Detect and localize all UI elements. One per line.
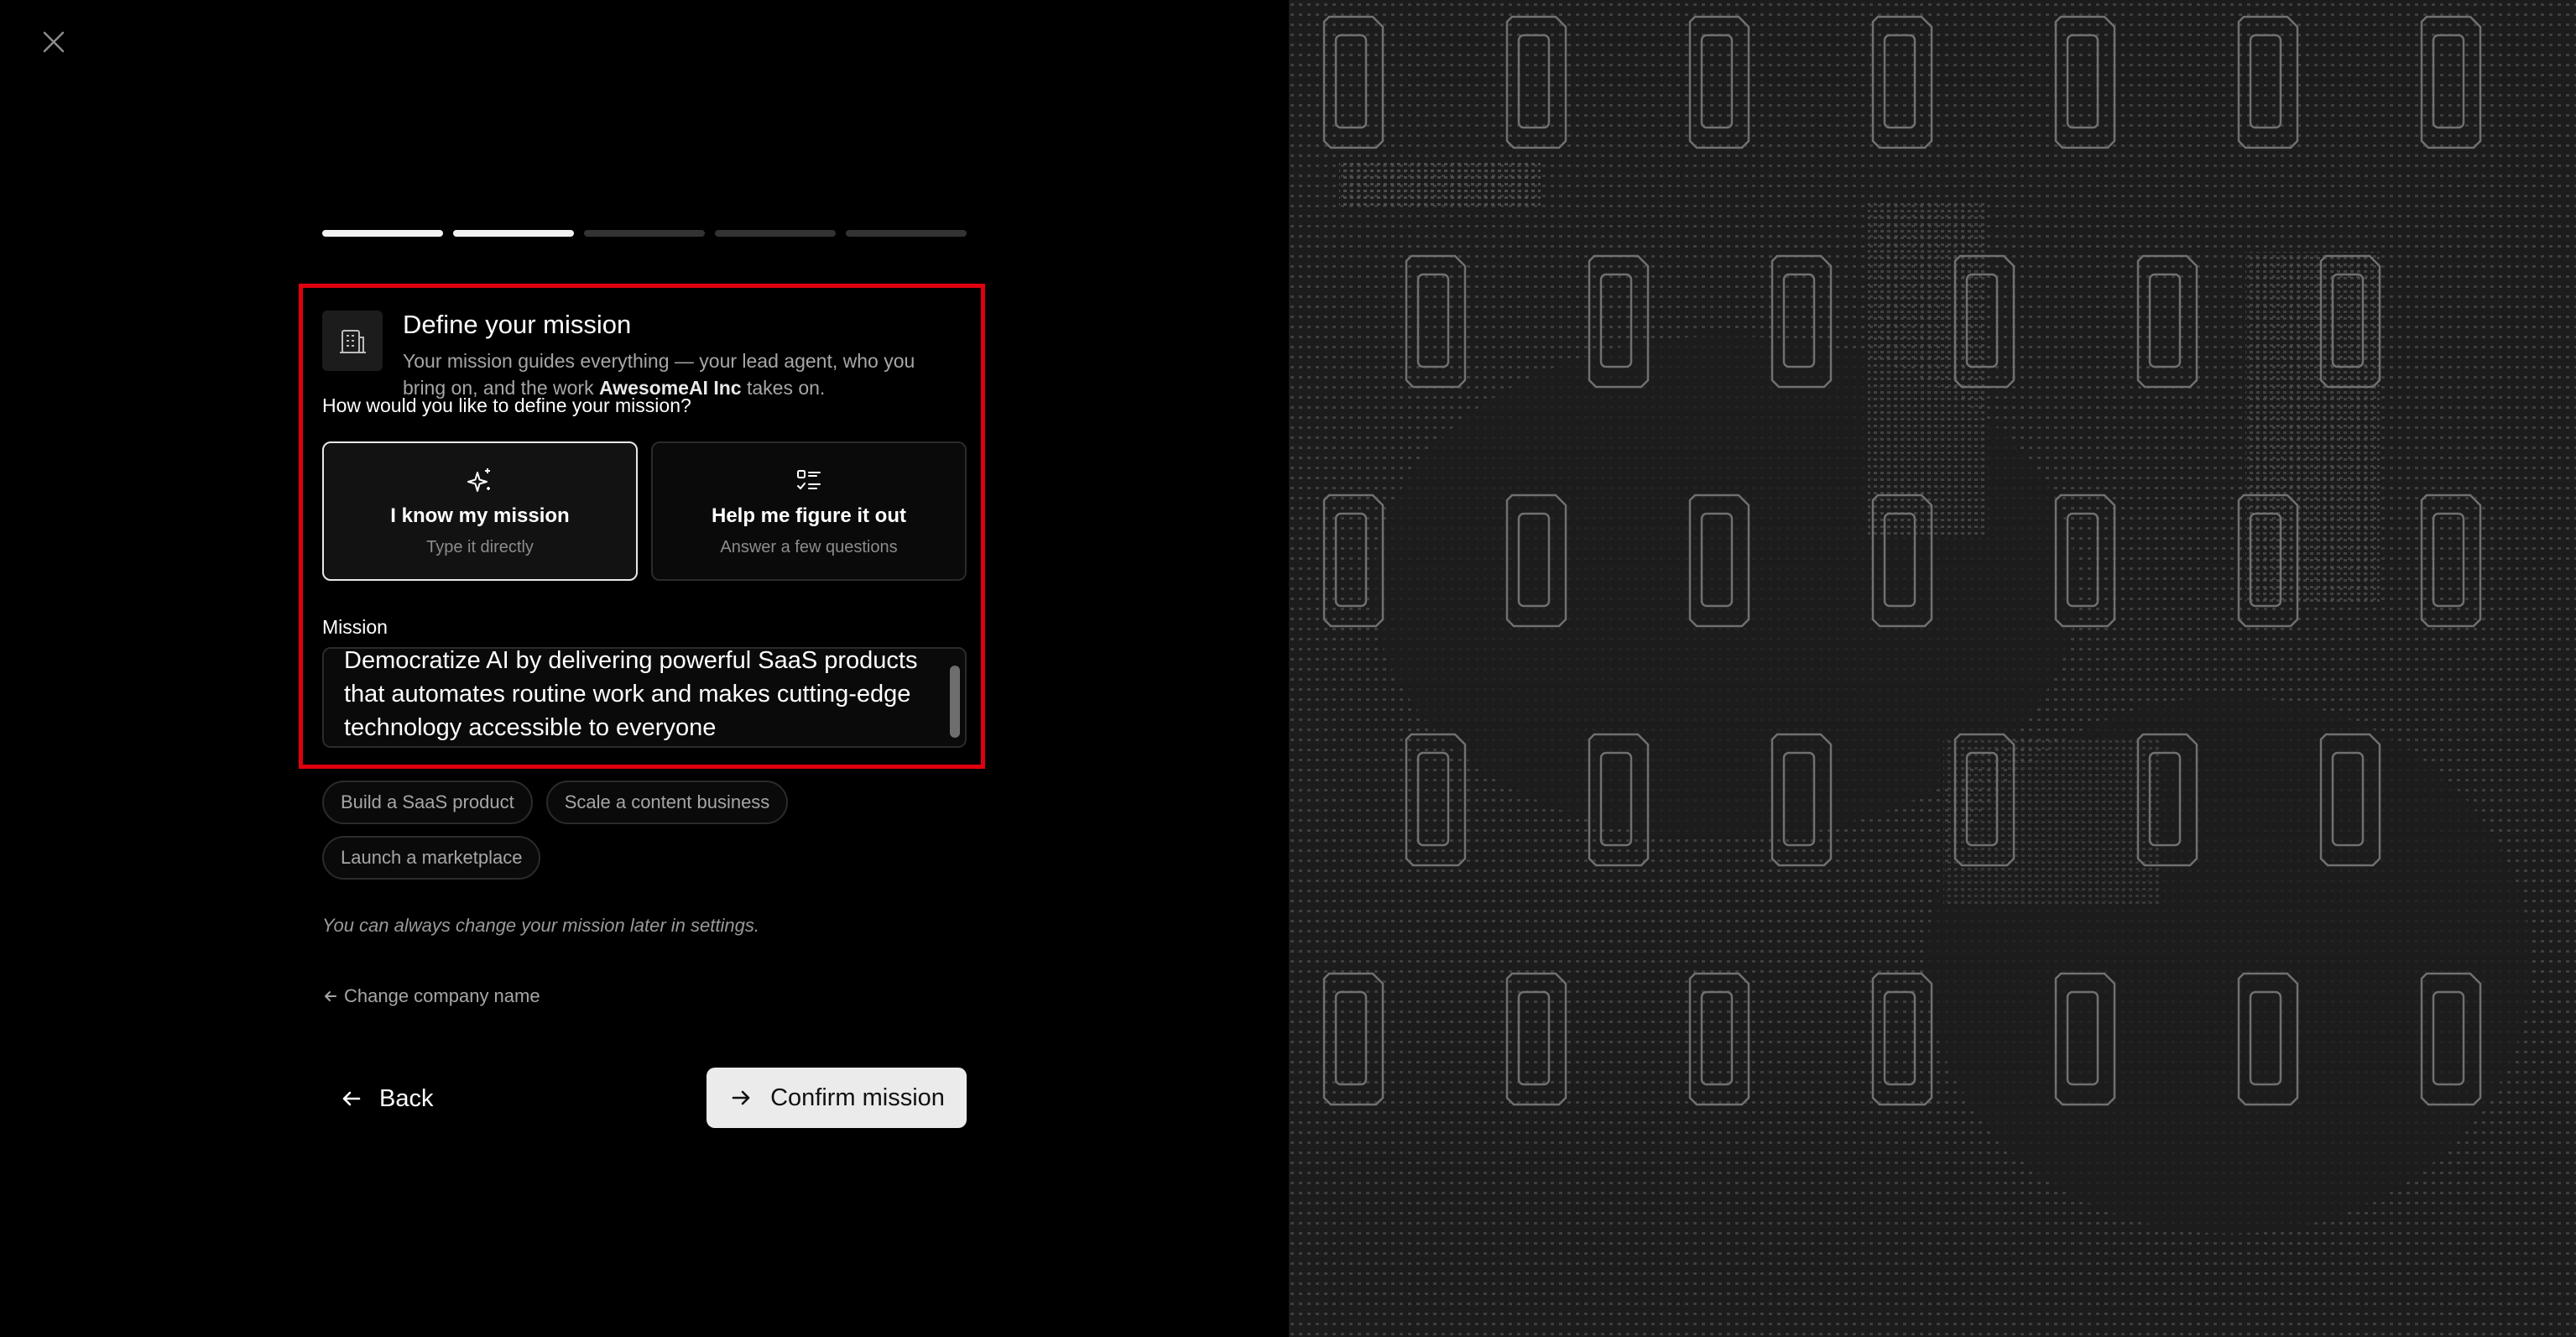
change-company-name-link[interactable]: Change company name bbox=[322, 985, 540, 1007]
decorative-artwork bbox=[1289, 0, 2576, 1337]
option-sublabel: Answer a few questions bbox=[720, 537, 898, 556]
arrow-right-icon bbox=[732, 1090, 750, 1105]
progress-step bbox=[584, 230, 705, 237]
confirm-label: Confirm mission bbox=[770, 1084, 945, 1111]
option-help-figure-out[interactable]: Help me figure it out Answer a few quest… bbox=[651, 441, 967, 581]
mission-method-options: I know my mission Type it directly Help … bbox=[322, 441, 967, 581]
mission-textarea[interactable]: Democratize AI by delivering powerful Sa… bbox=[322, 647, 967, 748]
mission-note: You can always change your mission later… bbox=[322, 915, 759, 936]
step-header: Define your mission Your mission guides … bbox=[322, 309, 957, 401]
suggestion-chip[interactable]: Scale a content business bbox=[545, 781, 789, 824]
checklist-icon bbox=[797, 469, 821, 489]
progress-step bbox=[846, 230, 967, 237]
close-icon bbox=[43, 31, 65, 53]
progress-step bbox=[453, 230, 574, 237]
mission-field-label: Mission bbox=[322, 616, 388, 638]
suggestion-chip[interactable]: Launch a marketplace bbox=[322, 836, 541, 880]
suggestion-chip[interactable]: Build a SaaS product bbox=[322, 781, 533, 824]
change-company-name-label: Change company name bbox=[344, 985, 540, 1006]
back-button[interactable]: Back bbox=[339, 1069, 433, 1128]
progress-step bbox=[322, 230, 443, 237]
page-title: Define your mission bbox=[403, 310, 632, 339]
ascii-art-background bbox=[1289, 0, 2576, 1337]
mission-method-question: How would you like to define your missio… bbox=[322, 394, 691, 416]
close-button[interactable] bbox=[37, 25, 70, 59]
mission-suggestions: Build a SaaS product Scale a content bus… bbox=[322, 781, 967, 880]
option-sublabel: Type it directly bbox=[426, 537, 534, 556]
sparkles-icon bbox=[467, 467, 490, 492]
option-label: Help me figure it out bbox=[711, 504, 906, 527]
back-label: Back bbox=[379, 1084, 434, 1112]
building-icon bbox=[322, 311, 383, 371]
progress-indicator bbox=[322, 230, 967, 237]
mission-text[interactable]: Democratize AI by delivering powerful Sa… bbox=[344, 649, 931, 744]
mission-step: Define your mission Your mission guides … bbox=[299, 230, 985, 1128]
arrow-left-icon bbox=[325, 991, 336, 1001]
subtitle-tail: takes on. bbox=[746, 377, 826, 399]
arrow-left-icon bbox=[342, 1091, 361, 1106]
page-subtitle: Your mission guides everything — your le… bbox=[403, 347, 957, 401]
option-label: I know my mission bbox=[390, 504, 570, 527]
onboarding-panel: Define your mission Your mission guides … bbox=[0, 0, 1289, 1337]
progress-step bbox=[715, 230, 836, 237]
mission-scrollbar[interactable] bbox=[950, 666, 960, 738]
option-know-mission[interactable]: I know my mission Type it directly bbox=[322, 441, 638, 581]
confirm-mission-button[interactable]: Confirm mission bbox=[707, 1068, 967, 1128]
